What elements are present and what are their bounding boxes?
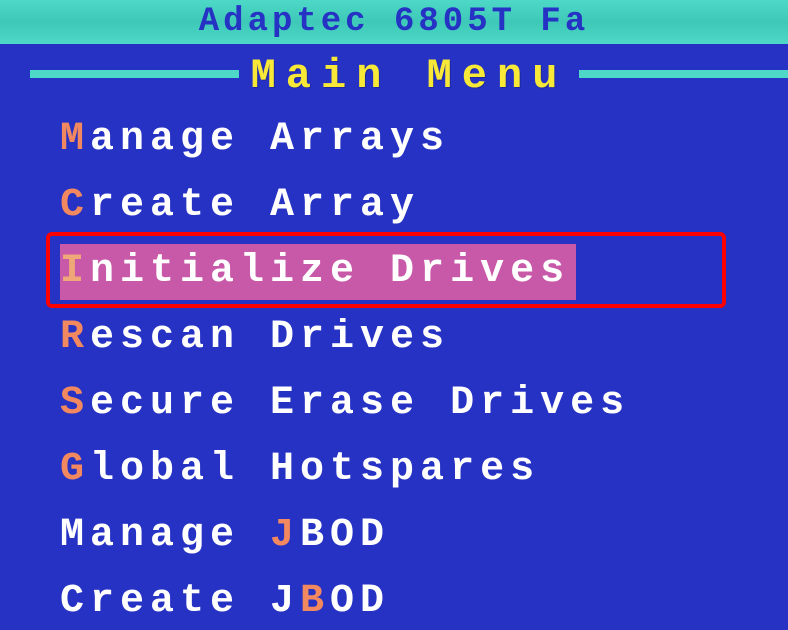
- menu-item-initialize-drives[interactable]: Initialize Drives: [60, 244, 576, 300]
- menu-item-create-array[interactable]: Create Array: [60, 178, 748, 234]
- header-bar: Adaptec 6805T Fa: [0, 0, 788, 44]
- menu-item-label: escan Drives: [90, 315, 450, 360]
- divider-right: [579, 70, 788, 78]
- menu-item-pre: Create J: [60, 579, 300, 624]
- hotkey: I: [60, 249, 90, 294]
- menu-item-secure-erase-drives[interactable]: Secure Erase Drives: [60, 376, 748, 432]
- menu-item-label: anage Arrays: [90, 117, 450, 162]
- menu-item-label: nitialize Drives: [90, 249, 570, 294]
- hotkey: J: [270, 513, 300, 558]
- hotkey: R: [60, 315, 90, 360]
- hotkey: M: [60, 117, 90, 162]
- divider-left: [30, 70, 239, 78]
- menu-item-pre: Manage: [60, 513, 270, 558]
- menu-item-label: BOD: [300, 513, 390, 558]
- menu-item-create-jbod[interactable]: Create JBOD: [60, 574, 748, 630]
- hotkey: G: [60, 447, 90, 492]
- menu-item-manage-jbod[interactable]: Manage JBOD: [60, 508, 748, 564]
- hotkey: C: [60, 183, 90, 228]
- menu-item-rescan-drives[interactable]: Rescan Drives: [60, 310, 748, 366]
- hotkey: B: [300, 579, 330, 624]
- header-title: Adaptec 6805T Fa: [199, 3, 589, 41]
- hotkey: S: [60, 381, 90, 426]
- menu-title: Main Menu: [251, 52, 568, 100]
- menu-item-label: reate Array: [90, 183, 420, 228]
- menu-item-manage-arrays[interactable]: Manage Arrays: [60, 112, 748, 168]
- menu-item-label: ecure Erase Drives: [90, 381, 630, 426]
- menu-item-label: OD: [330, 579, 390, 624]
- menu-item-global-hotspares[interactable]: Global Hotspares: [60, 442, 748, 498]
- menu-item-label: lobal Hotspares: [90, 447, 540, 492]
- main-menu: Main Menu Manage Arrays Create Array Ini…: [0, 52, 788, 630]
- menu-title-row: Main Menu: [0, 52, 788, 100]
- menu-items: Manage Arrays Create Array Initialize Dr…: [0, 100, 788, 630]
